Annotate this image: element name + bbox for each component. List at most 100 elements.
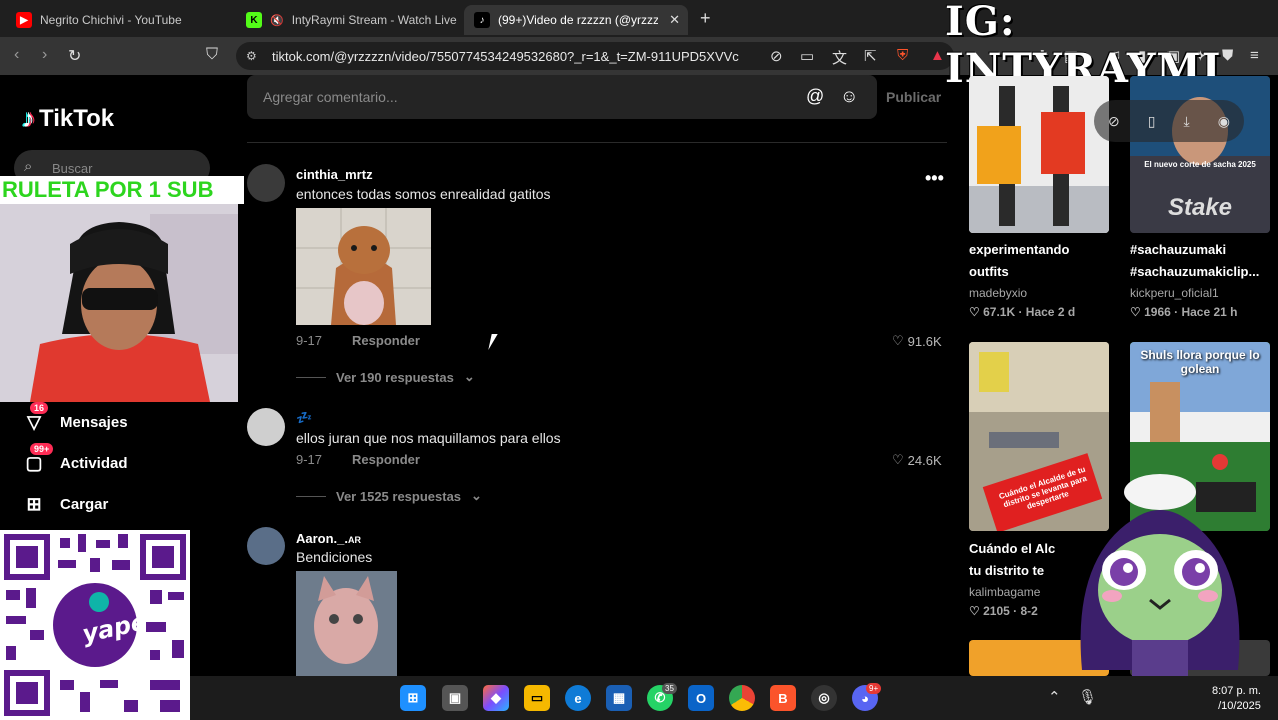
video-stats: ♡ 67.1K · Hace 2 d bbox=[969, 305, 1076, 319]
system-clock[interactable]: 8:07 p. m. /10/2025 bbox=[1212, 684, 1261, 714]
sidebar-item-label: Actividad bbox=[60, 454, 128, 472]
username-suffix: AR bbox=[348, 535, 362, 545]
emoji-icon[interactable]: ☺ bbox=[840, 86, 858, 107]
webcam-overlay bbox=[0, 204, 238, 402]
yape-qr-code: yape bbox=[0, 530, 190, 720]
kick-icon: K bbox=[246, 12, 262, 28]
comment-placeholder: Agregar comentario... bbox=[263, 89, 398, 105]
download-icon[interactable]: ⤓ bbox=[1184, 113, 1190, 130]
sidebar-item-actividad[interactable]: ▢ 99+ Actividad bbox=[22, 443, 128, 475]
chevron-down-icon: ⌄ bbox=[471, 488, 482, 503]
video-stats: ♡ 1966 · Hace 21 h bbox=[1130, 305, 1238, 319]
comment-username[interactable]: cinthia_mrtz bbox=[296, 167, 373, 182]
windows-start-icon[interactable]: ⊞ bbox=[400, 685, 426, 711]
url-text: tiktok.com/@yrzzzzn/video/75507745342495… bbox=[272, 48, 739, 64]
tab-kick[interactable]: K 🔇 IntyRaymi Stream - Watch Live on bbox=[236, 5, 458, 35]
like-count: 91.6K bbox=[907, 333, 942, 349]
brave-rewards-icon[interactable]: ▲ bbox=[930, 47, 945, 64]
microphone-icon[interactable]: 🎙 bbox=[1078, 688, 1097, 706]
clock-date: /10/2025 bbox=[1218, 700, 1261, 712]
brave-shield-icon[interactable]: ⛨ bbox=[897, 47, 908, 64]
clock-time: 8:07 p. m. bbox=[1212, 685, 1261, 697]
like-button[interactable]: ♡ 91.6K bbox=[892, 333, 942, 349]
tiktok-logo-icon: ♪ bbox=[22, 103, 35, 133]
store-icon[interactable]: ▦ bbox=[606, 685, 632, 711]
avatar[interactable] bbox=[247, 408, 285, 446]
divider bbox=[247, 142, 947, 143]
bookmark-icon[interactable]: ⛉ bbox=[206, 46, 218, 64]
reply-button[interactable]: Responder bbox=[352, 452, 420, 467]
video-title-line2[interactable]: #sachauzumakiclip... bbox=[1130, 261, 1268, 283]
muted-speaker-icon: 🔇 bbox=[270, 14, 284, 27]
cast-icon[interactable]: ▭ bbox=[800, 47, 814, 65]
obs-icon[interactable]: ◎ bbox=[811, 685, 837, 711]
tab-title: IntyRaymi Stream - Watch Live on bbox=[291, 13, 458, 27]
sidebar-item-mensajes[interactable]: ▽ 16 Mensajes bbox=[22, 402, 128, 434]
no-tracking-icon[interactable]: ⊘ bbox=[770, 47, 783, 65]
link-icon[interactable]: ⊘ bbox=[1108, 113, 1120, 130]
publish-button[interactable]: Publicar bbox=[886, 89, 941, 105]
comment-date: 9-17 bbox=[296, 333, 323, 348]
comment-username-icon[interactable]: 💤 bbox=[296, 410, 312, 426]
view-replies-button[interactable]: Ver 190 respuestas ⌄ bbox=[296, 369, 475, 385]
comment-input[interactable]: Agregar comentario... bbox=[247, 75, 877, 119]
comment-image-dog[interactable] bbox=[296, 208, 431, 325]
copilot-icon[interactable]: ◆ bbox=[483, 685, 509, 711]
video-time: Hace 21 h bbox=[1181, 305, 1238, 319]
file-explorer-icon[interactable]: ▭ bbox=[524, 685, 550, 711]
avatar[interactable] bbox=[247, 164, 285, 202]
phone-icon[interactable]: ▯ bbox=[1148, 113, 1156, 130]
reload-icon[interactable]: ↻ bbox=[68, 46, 81, 66]
outlook-icon[interactable]: O bbox=[688, 685, 714, 711]
chevron-up-icon[interactable]: ⌃ bbox=[1048, 688, 1061, 706]
edge-icon[interactable]: e bbox=[565, 685, 591, 711]
search-icon: ⌕ bbox=[24, 158, 33, 175]
mention-icon[interactable]: @ bbox=[806, 86, 824, 107]
comment-image-cat[interactable] bbox=[296, 571, 397, 676]
back-icon[interactable]: ‹ bbox=[14, 46, 19, 64]
sidebar-item-label: Mensajes bbox=[60, 413, 128, 431]
tiktok-logo[interactable]: ♪ TikTok bbox=[22, 103, 114, 134]
video-title[interactable]: experimentando bbox=[969, 239, 1119, 261]
tab-youtube[interactable]: ▶ Negrito Chichivi - YouTube bbox=[6, 5, 236, 35]
video-title[interactable]: Cuándo el Alc bbox=[969, 538, 1069, 560]
divider-line bbox=[296, 376, 326, 378]
profile-icon[interactable]: ◉ bbox=[1218, 113, 1230, 130]
sidebar-item-cargar[interactable]: ⊞ Cargar bbox=[22, 492, 108, 516]
screen: ▶ Negrito Chichivi - YouTube K 🔇 IntyRay… bbox=[0, 0, 1278, 720]
chrome-icon[interactable] bbox=[729, 685, 755, 711]
avatar[interactable] bbox=[247, 527, 285, 565]
video-title[interactable]: #sachauzumaki bbox=[1130, 239, 1278, 261]
site-info-icon[interactable]: ⚙ bbox=[246, 49, 257, 63]
tiktok-icon: ♪ bbox=[474, 12, 490, 28]
tab-tiktok[interactable]: ♪ (99+)Video de rzzzzn (@yrzzzzn) ✕ bbox=[464, 5, 688, 35]
sidebar-item-label: Cargar bbox=[60, 495, 109, 513]
video-thumbnail[interactable] bbox=[969, 76, 1109, 233]
comment-username[interactable]: Aaron._.AR bbox=[296, 531, 361, 546]
video-title-line2[interactable]: outfits bbox=[969, 261, 1119, 283]
translate-icon[interactable]: 文 bbox=[832, 47, 847, 68]
new-tab-button[interactable]: + bbox=[700, 8, 711, 29]
more-options-icon[interactable]: ••• bbox=[925, 168, 944, 189]
comment-meta: 9-17 Responder bbox=[296, 333, 420, 348]
video-title-line2[interactable]: tu distrito te bbox=[969, 560, 1069, 582]
username-text: Aaron._. bbox=[296, 531, 349, 546]
inbox-icon: ▢ 99+ bbox=[22, 443, 54, 475]
reply-button[interactable]: Responder bbox=[352, 333, 420, 348]
thumbnail-caption: El nuevo corte de sacha 2025 bbox=[1144, 160, 1256, 169]
comment-text: ellos juran que nos maquillamos para ell… bbox=[296, 430, 561, 446]
close-tab-icon[interactable]: ✕ bbox=[669, 12, 680, 28]
video-author[interactable]: kalimbagame bbox=[969, 585, 1040, 599]
thumbnail-caption: Shuls llora porque lo golean bbox=[1140, 348, 1260, 376]
video-author[interactable]: madebyxio bbox=[969, 286, 1027, 300]
view-replies-label: Ver 1525 respuestas bbox=[336, 488, 462, 504]
task-view-icon[interactable]: ▣ bbox=[442, 685, 468, 711]
video-time: 8-2 bbox=[1020, 604, 1038, 618]
brave-icon[interactable]: B bbox=[770, 685, 796, 711]
forward-icon[interactable]: › bbox=[42, 46, 47, 64]
view-replies-button[interactable]: Ver 1525 respuestas ⌄ bbox=[296, 488, 482, 504]
video-author[interactable]: kickperu_oficial1 bbox=[1130, 286, 1219, 300]
like-button[interactable]: ♡ 24.6K bbox=[892, 452, 942, 468]
messages-badge: 16 bbox=[30, 402, 49, 414]
share-icon[interactable]: ⇱ bbox=[864, 47, 877, 65]
